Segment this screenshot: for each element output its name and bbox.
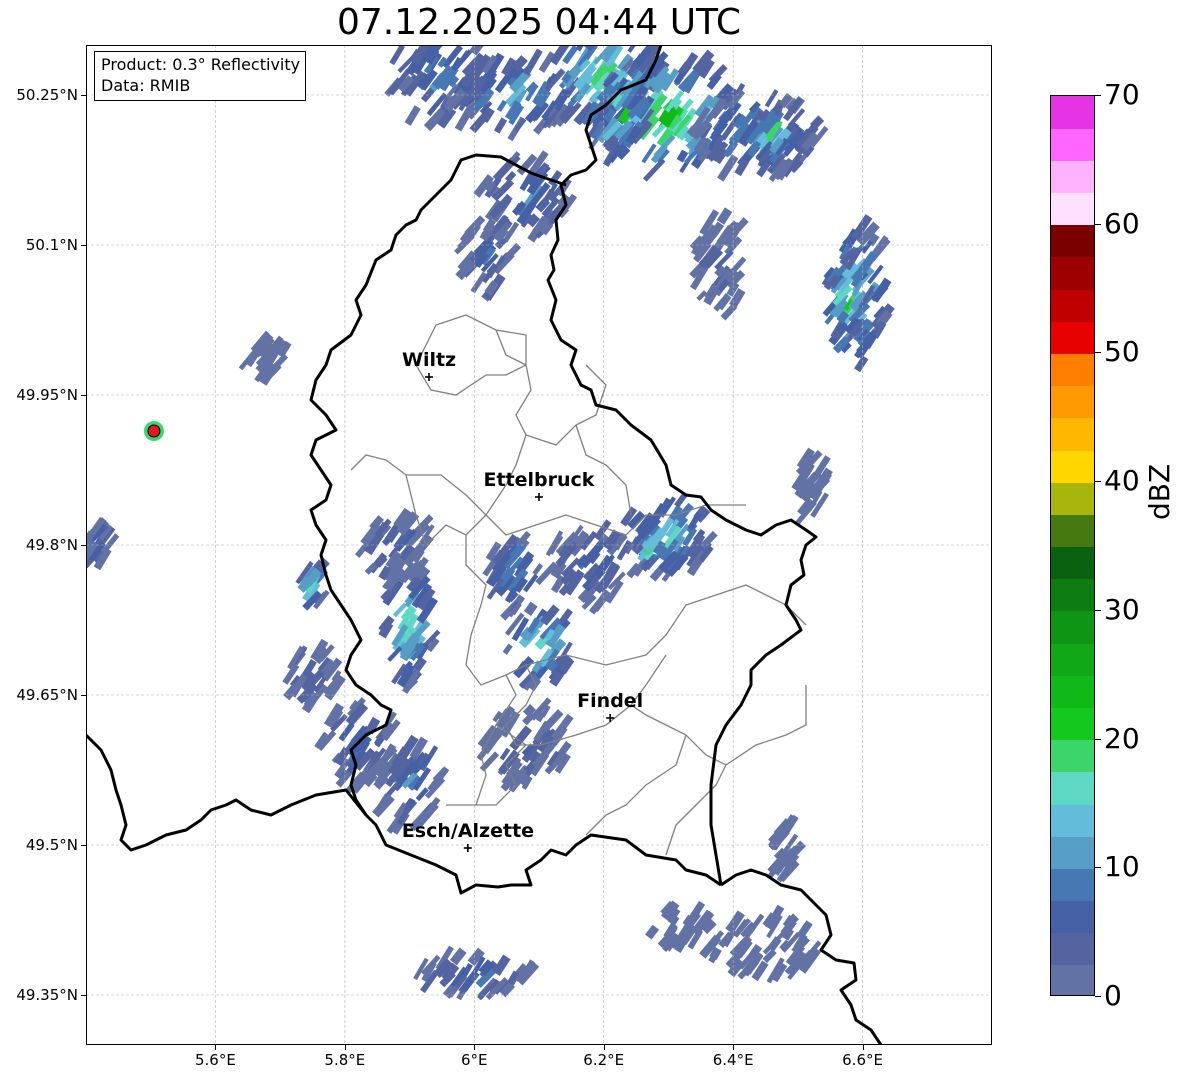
colorbar-segment [1051,289,1094,322]
colorbar-segment [1051,964,1094,995]
colorbar-segment [1051,353,1094,387]
radar-site-marker [143,421,164,441]
colorbar-segment [1051,482,1094,515]
colorbar-title: dBZ [1143,463,1176,520]
radar-map [86,45,992,1045]
city-label: Esch/Alzette [401,820,535,842]
x-tick-label: 5.8°E [324,1051,366,1069]
colorbar-segment [1051,449,1094,483]
colorbar-tick-label: 0 [1104,979,1122,1012]
colorbar-tick-mark [1095,609,1101,611]
colorbar-tick-label: 10 [1104,850,1140,884]
y-tick-mark [81,95,86,96]
y-tick-mark [81,545,86,546]
x-tick-label: 6.6°E [842,1051,883,1069]
colorbar-tick-label: 20 [1104,721,1140,755]
colorbar-tick-mark [1095,996,1101,997]
y-tick-mark [81,995,86,996]
y-tick-mark [81,845,86,846]
y-tick-mark [81,695,86,696]
x-tick-label: 5.6°E [195,1051,236,1069]
colorbar-tick-mark [1095,95,1101,96]
colorbar-segment [1051,707,1094,741]
colorbar-segment [1051,256,1094,290]
x-tick-mark [603,1045,605,1050]
city-label: Ettelbruck [483,469,595,491]
y-tick-mark [81,245,86,246]
data-source-label: Data: RMIB [101,76,191,95]
colorbar-tick-label: 50 [1104,335,1140,369]
colorbar-segment [1051,96,1094,129]
x-tick-label: 6.4°E [712,1051,754,1069]
colorbar-segment [1051,160,1094,194]
y-tick-mark [81,395,86,396]
colorbar-segment [1051,578,1094,612]
y-tick-label: 49.35°N [16,986,78,1004]
city-label: Wiltz [401,349,457,371]
colorbar-segment [1051,675,1094,708]
colorbar-segment [1051,417,1094,451]
colorbar-segment [1051,546,1094,580]
x-tick-mark [215,1045,217,1050]
colorbar-segment [1051,385,1094,419]
city-label: Findel [577,690,644,712]
x-tick-mark [344,1045,346,1050]
colorbar-segment [1051,128,1094,161]
colorbar-tick-mark [1095,481,1101,483]
colorbar-tick-label: 30 [1104,592,1140,626]
y-tick-label: 50.25°N [16,86,78,104]
colorbar-segment [1051,739,1094,773]
radar-site-dot [147,424,161,438]
colorbar-segment [1051,900,1094,934]
colorbar-tick-mark [1095,867,1101,869]
colorbar-tick-mark [1095,738,1101,740]
y-tick-label: 50.1°N [25,236,78,254]
colorbar-tick-label: 60 [1104,206,1140,240]
colorbar-segment [1051,192,1094,226]
colorbar-segment [1051,514,1094,548]
x-tick-mark [862,1045,864,1050]
y-tick-label: 49.5°N [25,836,78,854]
colorbar-segment [1051,224,1094,258]
y-tick-label: 49.95°N [16,386,78,404]
product-info-box: Product: 0.3° Reflectivity Data: RMIB [94,51,307,101]
colorbar-tick-label: 40 [1104,464,1140,498]
y-tick-label: 49.65°N [16,686,78,704]
map-title: 07.12.2025 04:44 UTC [336,2,742,43]
x-tick-label: 6.2°E [583,1051,625,1069]
x-tick-mark [733,1045,735,1050]
colorbar-tick-mark [1095,352,1101,354]
colorbar [1050,95,1095,996]
colorbar-segment [1051,868,1094,902]
colorbar-tick-mark [1095,223,1101,225]
y-tick-label: 49.8°N [25,536,78,554]
colorbar-segment [1051,610,1094,644]
colorbar-segment [1051,321,1094,355]
product-label: Product: 0.3° Reflectivity [101,55,301,74]
colorbar-segment [1051,836,1094,869]
x-tick-label: 6°E [461,1051,488,1069]
colorbar-segment [1051,932,1094,966]
colorbar-segment [1051,643,1094,676]
colorbar-tick-label: 70 [1104,78,1140,111]
x-tick-mark [474,1045,476,1050]
colorbar-segment [1051,771,1094,805]
colorbar-segment [1051,803,1094,837]
